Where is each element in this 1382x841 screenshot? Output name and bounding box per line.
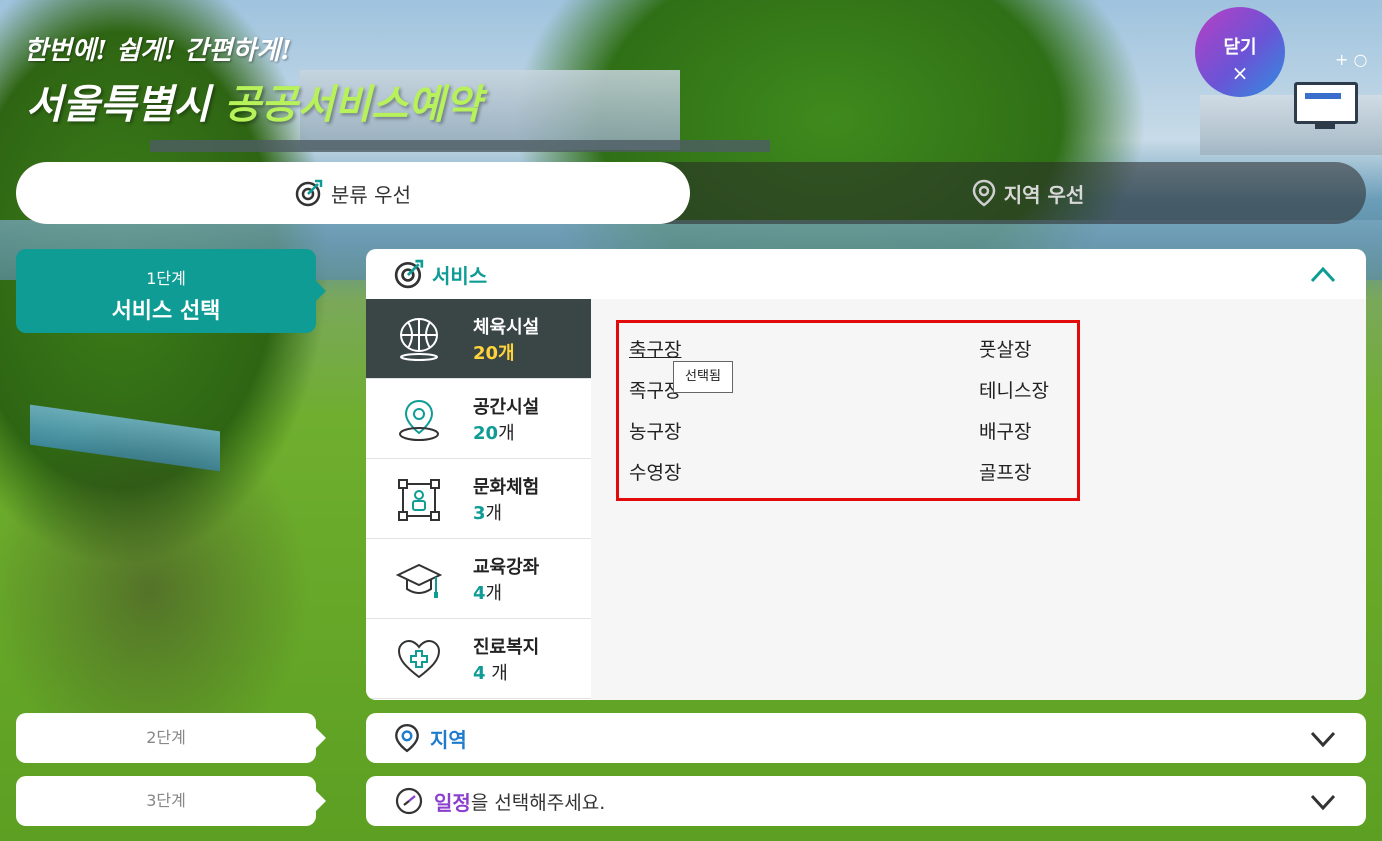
category-count-value: 20: [473, 423, 499, 444]
target-icon: [394, 259, 424, 289]
service-panel-header[interactable]: 서비스: [366, 249, 1366, 300]
bridge: [150, 140, 770, 152]
category-count: 3개: [473, 499, 502, 525]
category-count: 4개: [473, 579, 502, 605]
category-list: 체육시설 20개 공간시설 20개 문화체험 3개 교육강좌 4개 진료복지 4…: [366, 299, 601, 700]
tagline: 한번에! 쉽게! 간편하게!: [24, 36, 292, 66]
service-item-swimming[interactable]: 수영장: [629, 458, 681, 485]
service-item-futsal[interactable]: 풋살장: [979, 335, 1031, 362]
location-pin-icon: [395, 723, 419, 753]
service-item-area: 축구장 족구장 농구장 수영장 풋살장 테니스장 배구장 골프장: [591, 299, 1366, 700]
step-2-label: 2단계: [16, 713, 326, 763]
category-count: 4 개: [473, 659, 508, 685]
brand-main: 서울특별시: [26, 81, 224, 128]
category-count: 20개: [473, 419, 515, 445]
tab-region-first[interactable]: 지역 우선: [690, 162, 1366, 224]
chevron-down-icon[interactable]: [1310, 790, 1336, 812]
basketball-icon: [400, 318, 438, 361]
clock-icon: [395, 787, 423, 815]
category-medical[interactable]: 진료복지 4 개: [366, 619, 591, 699]
category-count-value: 4: [473, 583, 486, 604]
schedule-panel[interactable]: 일정 을 선택해주세요.: [366, 776, 1366, 826]
chevron-down-icon[interactable]: [1310, 727, 1336, 749]
close-button[interactable]: 닫기 ×: [1195, 7, 1285, 97]
heart-plus-icon: [397, 639, 441, 679]
tab-category-first[interactable]: 분류 우선: [16, 162, 690, 224]
selected-tooltip: 선택됨: [673, 361, 733, 393]
chevron-up-icon[interactable]: [1310, 263, 1336, 285]
category-name: 교육강좌: [473, 557, 540, 578]
service-panel: 서비스 체육시설 20개 공간시설 20개 문화체험 3개 교육강좌 4개 진료…: [366, 249, 1366, 700]
brand-title: 서울특별시 공공서비스예약: [26, 72, 482, 130]
category-space[interactable]: 공간시설 20개: [366, 379, 591, 459]
schedule-panel-prompt: 을 선택해주세요.: [470, 791, 606, 814]
schedule-panel-title: 일정: [434, 790, 471, 815]
close-label: 닫기: [1223, 37, 1257, 58]
target-icon: [295, 179, 323, 207]
service-item-golf[interactable]: 골프장: [979, 458, 1031, 485]
category-culture[interactable]: 문화체험 3개: [366, 459, 591, 539]
brand-highlight: 공공서비스예약: [223, 81, 482, 128]
picnic-people-photo: [0, 400, 360, 760]
category-count-unit: 개: [485, 583, 503, 604]
sparkle-icon: + ○: [1335, 50, 1368, 69]
category-count-value: 3: [473, 503, 486, 524]
region-panel[interactable]: 지역: [366, 713, 1366, 763]
person-frame-icon: [398, 479, 440, 521]
category-count: 20개: [473, 339, 515, 365]
service-item-soccer[interactable]: 축구장: [629, 335, 681, 362]
category-name: 문화체험: [473, 477, 540, 498]
service-panel-title: 서비스: [432, 263, 488, 288]
tab-category-label: 분류 우선: [331, 182, 411, 207]
service-item-basketball[interactable]: 농구장: [629, 417, 681, 444]
step-1-title: 서비스 선택: [111, 299, 221, 324]
service-item-tennis[interactable]: 테니스장: [979, 376, 1049, 403]
category-count-unit: 개: [498, 423, 515, 444]
service-item-volleyball[interactable]: 배구장: [979, 417, 1031, 444]
category-name: 체육시설: [473, 317, 540, 338]
category-count-unit: 개: [485, 663, 508, 684]
close-icon: ×: [1231, 61, 1249, 85]
region-panel-title: 지역: [430, 727, 467, 752]
step-1-label: 1단계 서비스 선택: [16, 249, 326, 333]
category-education[interactable]: 교육강좌 4개: [366, 539, 591, 619]
category-count-unit: 개: [485, 503, 503, 524]
category-count-value: 20개: [473, 343, 515, 364]
location-pin-icon: [399, 399, 439, 441]
step-3-label: 3단계: [16, 776, 326, 826]
tab-region-label: 지역 우선: [1003, 182, 1085, 207]
location-pin-icon: [972, 179, 995, 207]
category-count-value: 4: [473, 663, 486, 684]
category-name: 진료복지: [473, 637, 540, 658]
category-name: 공간시설: [473, 397, 540, 418]
step-1-number: 1단계: [146, 269, 186, 288]
category-sports[interactable]: 체육시설 20개: [366, 299, 601, 379]
monitor-icon: [1294, 82, 1358, 129]
graduation-cap-icon: [396, 563, 442, 598]
